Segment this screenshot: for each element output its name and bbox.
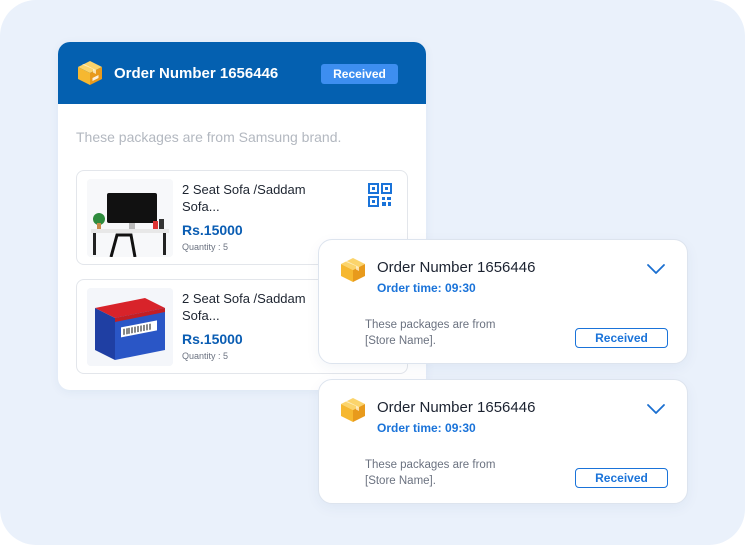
chevron-down-icon[interactable] — [646, 262, 666, 276]
package-box-icon — [78, 61, 102, 85]
order-description-line: These packages are from — [365, 319, 496, 331]
order-summary-card[interactable]: Order Number 1656446 Order time: 09:30 T… — [318, 379, 688, 504]
order-description-line: These packages are from — [365, 459, 496, 471]
order-description-line: [Store Name]. — [365, 335, 436, 347]
status-badge: Received — [321, 64, 398, 84]
order-header: Order Number 1656446 Received — [58, 42, 426, 104]
product-thumbnail — [87, 179, 173, 257]
chevron-down-icon[interactable] — [646, 402, 666, 416]
product-price: Rs.15000 — [182, 222, 243, 238]
order-number-title: Order Number 1656446 — [377, 259, 536, 276]
product-quantity: Quantity : 5 — [182, 351, 229, 361]
order-number-title: Order Number 1656446 — [114, 64, 279, 82]
product-name: 2 Seat Sofa /Saddam Sofa... — [182, 182, 306, 214]
product-quantity: Quantity : 5 — [182, 242, 229, 252]
package-box-icon — [341, 258, 365, 282]
product-thumbnail — [87, 288, 173, 366]
status-badge: Received — [575, 328, 668, 348]
order-description: These packages are from [Store Name]. — [365, 317, 535, 349]
order-summary-card[interactable]: Order Number 1656446 Order time: 09:30 T… — [318, 239, 688, 364]
qr-code-icon[interactable] — [368, 183, 392, 207]
product-box-photo-icon — [87, 288, 173, 366]
desk-photo-icon — [87, 179, 173, 257]
product-price: Rs.15000 — [182, 331, 243, 347]
product-name: 2 Seat Sofa /Saddam Sofa... — [182, 291, 306, 323]
order-description-line: [Store Name]. — [365, 475, 436, 487]
order-number-title: Order Number 1656446 — [377, 399, 536, 416]
package-box-icon — [341, 398, 365, 422]
brand-note: These packages are from Samsung brand. — [76, 129, 342, 145]
order-time: Order time: 09:30 — [377, 281, 476, 295]
order-time: Order time: 09:30 — [377, 421, 476, 435]
status-badge: Received — [575, 468, 668, 488]
order-description: These packages are from [Store Name]. — [365, 457, 535, 489]
